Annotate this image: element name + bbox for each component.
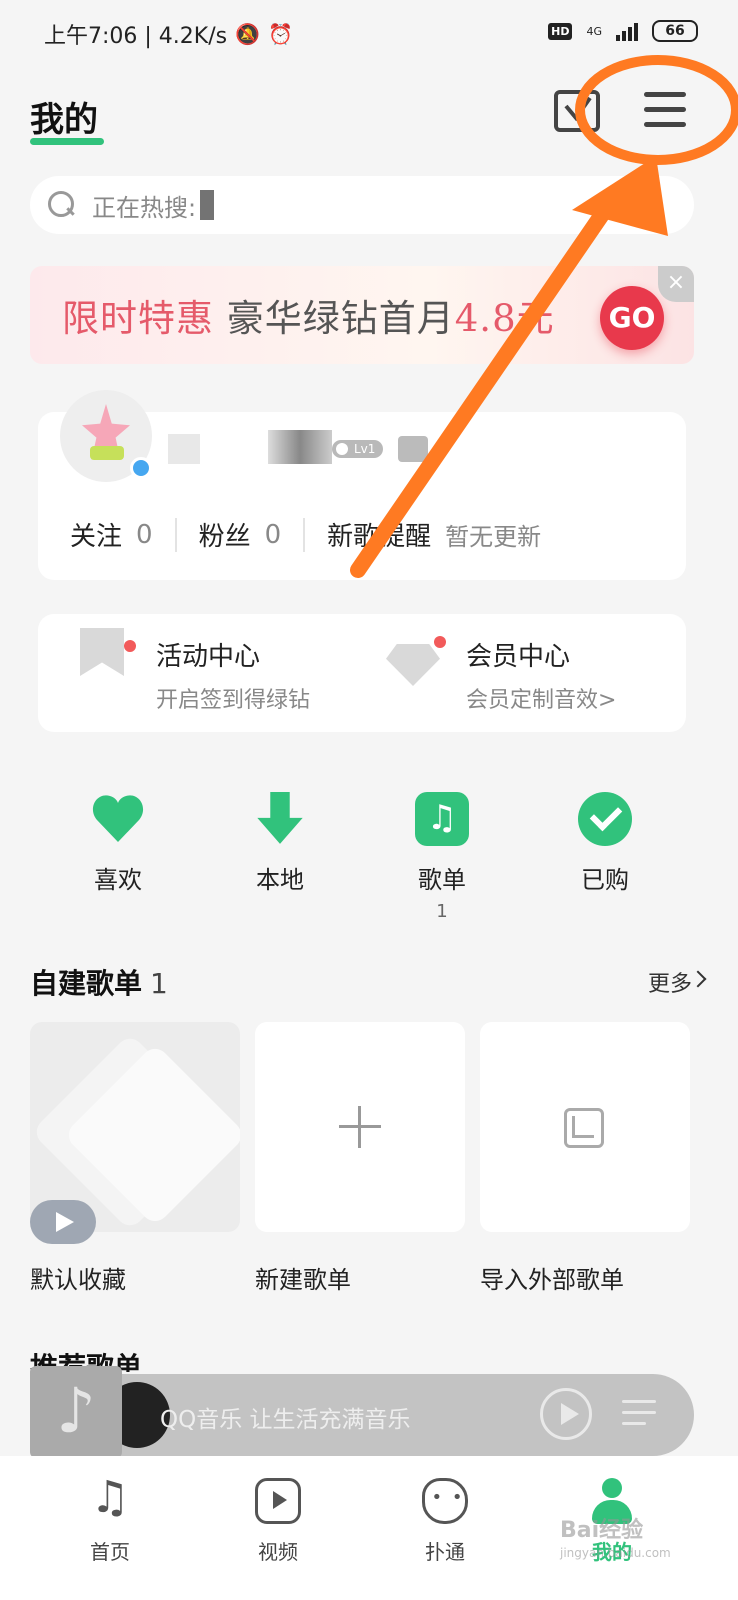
search-placeholder: 正在热搜:: [92, 193, 197, 222]
avatar-badge-icon: [130, 457, 152, 479]
shortcut-local[interactable]: 本地: [215, 792, 345, 895]
player-text: QQ音乐 让生活充满音乐: [160, 1407, 411, 1433]
title-underline: [30, 138, 104, 145]
import-arrow-icon: [572, 1116, 594, 1138]
member-red-dot: [434, 636, 446, 648]
status-time-speed: 上午7:06 | 4.2K/s: [44, 24, 228, 49]
username-blur: [168, 434, 200, 464]
hd-badge: HD: [548, 22, 573, 40]
promo-banner[interactable]: 限时特惠 豪华绿钻首月4.8元 GO ×: [30, 266, 694, 364]
mute-icon: 🔕: [235, 22, 260, 46]
self-playlists-title-text: 自建歌单: [30, 967, 143, 1000]
banner-text-red: 限时特惠: [62, 297, 214, 340]
check-icon: [578, 792, 632, 846]
network-label: 4G: [586, 24, 602, 38]
play-circle-icon[interactable]: [540, 1388, 592, 1440]
baidu-watermark: Bai经验: [560, 1518, 644, 1543]
chevron-right-icon[interactable]: [689, 970, 707, 988]
menu-icon[interactable]: [644, 92, 690, 134]
status-left: 上午7:06 | 4.2K/s 🔕 ⏰: [44, 18, 293, 50]
mini-player[interactable]: QQ音乐 让生活充满音乐: [30, 1366, 694, 1458]
battery-icon: 66: [652, 20, 698, 42]
profile-stats: 关注 0 粉丝 0 新歌提醒 暂无更新: [70, 516, 541, 553]
checkin-icon[interactable]: [554, 90, 600, 132]
activity-center-sub[interactable]: 开启签到得绿钻: [156, 682, 310, 714]
search-hot-word-blur: [200, 190, 215, 220]
nav-label: 首页: [90, 1540, 130, 1564]
nav-label: 扑通: [425, 1540, 465, 1564]
signal-icon: [616, 21, 638, 41]
fans-label[interactable]: 粉丝: [199, 516, 251, 553]
video-icon: [255, 1478, 301, 1524]
shortcut-label: 喜欢: [94, 866, 142, 894]
vip-icon[interactable]: [398, 436, 428, 462]
alarm-icon: ⏰: [268, 22, 293, 46]
playlist-count: 1: [436, 901, 448, 922]
follow-count: 0: [136, 519, 153, 550]
level-badge[interactable]: Lv1: [332, 440, 384, 458]
member-center-title[interactable]: 会员中心: [466, 636, 570, 673]
shortcut-label: 歌单: [418, 866, 466, 894]
new-playlist-label[interactable]: 新建歌单: [255, 1260, 351, 1295]
nav-putong[interactable]: 扑通: [385, 1478, 505, 1565]
new-song-alert-status: 暂无更新: [445, 523, 542, 551]
face-icon: [422, 1478, 471, 1524]
status-right: HD 4G 66: [548, 20, 698, 42]
follow-label[interactable]: 关注: [70, 516, 122, 553]
profile-card[interactable]: Lv1 关注 0 粉丝 0 新歌提醒 暂无更新: [38, 390, 686, 580]
import-playlist-label[interactable]: 导入外部歌单: [480, 1260, 624, 1295]
activity-card: 活动中心 开启签到得绿钻 会员中心 会员定制音效>: [38, 614, 686, 732]
nav-label: 视频: [258, 1540, 298, 1564]
shortcut-playlist[interactable]: 歌单 1: [377, 792, 507, 922]
shortcut-label: 已购: [581, 866, 629, 894]
search-bar[interactable]: 正在热搜:: [30, 176, 694, 234]
search-icon: [48, 191, 76, 219]
new-song-alert-label[interactable]: 新歌提醒: [327, 516, 431, 553]
default-favorites-label[interactable]: 默认收藏: [30, 1260, 126, 1295]
activity-center-title[interactable]: 活动中心: [156, 636, 260, 673]
self-playlists-title: 自建歌单 1: [30, 962, 168, 1002]
status-bar: 上午7:06 | 4.2K/s 🔕 ⏰ HD 4G 66: [0, 0, 738, 66]
banner-close-icon[interactable]: ×: [658, 266, 694, 302]
bookmark-icon: [80, 628, 124, 676]
fans-count: 0: [264, 519, 282, 550]
download-icon: [257, 792, 303, 844]
shortcut-label: 本地: [256, 866, 304, 894]
banner-text: 限时特惠 豪华绿钻首月4.8元: [62, 288, 555, 342]
diamond-icon: [386, 644, 440, 686]
more-link[interactable]: 更多: [648, 966, 692, 998]
new-playlist-card[interactable]: [255, 1022, 465, 1232]
baidu-watermark-url: jingyan.baidu.com: [560, 1546, 671, 1560]
shortcut-purchased[interactable]: 已购: [540, 792, 670, 895]
import-playlist-card[interactable]: [480, 1022, 690, 1232]
nav-video[interactable]: 视频: [218, 1478, 338, 1565]
shortcut-like[interactable]: 喜欢: [53, 792, 183, 895]
banner-text-dark: 豪华绿钻首月: [226, 297, 455, 340]
self-playlists-count: 1: [150, 967, 168, 1000]
member-center-sub[interactable]: 会员定制音效>: [466, 682, 616, 714]
nav-home[interactable]: 首页: [50, 1472, 170, 1565]
playlist-queue-icon[interactable]: [622, 1400, 656, 1433]
playlist-icon: [415, 792, 469, 846]
divider: [174, 517, 177, 552]
username-blur-2: [268, 430, 332, 464]
heart-icon: [91, 792, 145, 846]
play-icon[interactable]: [30, 1200, 96, 1244]
divider: [303, 517, 306, 552]
music-note-icon: [87, 1472, 133, 1524]
music-note-cover-icon[interactable]: [30, 1366, 122, 1458]
banner-price: 4.8元: [454, 297, 555, 340]
plus-icon-h: [339, 1125, 381, 1128]
activity-red-dot: [124, 640, 136, 652]
banner-go-button[interactable]: GO: [600, 286, 664, 350]
page-title: 我的: [30, 100, 98, 140]
